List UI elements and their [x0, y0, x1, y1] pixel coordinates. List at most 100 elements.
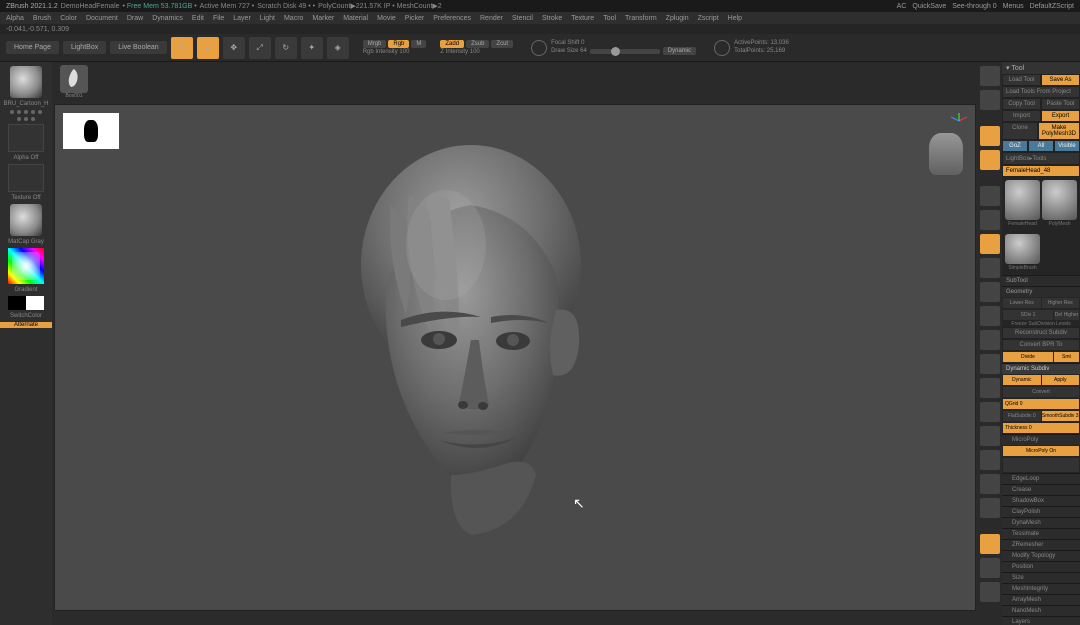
camera-thumbnail[interactable] — [929, 133, 963, 175]
import-button[interactable]: Import — [1002, 110, 1041, 122]
home-page-button[interactable]: Home Page — [6, 41, 59, 54]
section-size[interactable]: Size — [1002, 572, 1080, 583]
menu-edit[interactable]: Edit — [192, 15, 204, 22]
quicksave-button[interactable]: QuickSave — [912, 3, 946, 10]
frame-icon[interactable] — [980, 210, 1000, 230]
scale-mode-icon[interactable]: ⤢ — [249, 37, 271, 59]
reconstruct-button[interactable]: Reconstruct Subdiv — [1002, 327, 1080, 339]
menu-movie[interactable]: Movie — [377, 15, 396, 22]
focal-shift-label[interactable]: Focal Shift 0 — [551, 40, 696, 46]
menu-brush[interactable]: Brush — [33, 15, 51, 22]
stroke-preview[interactable] — [8, 124, 44, 152]
goz-button[interactable]: GoZ — [1002, 140, 1028, 152]
divide-button[interactable]: Divide — [1003, 352, 1053, 362]
make-polymesh-button[interactable]: Make PolyMesh3D — [1038, 122, 1080, 140]
micropoly-slot[interactable] — [1003, 458, 1079, 472]
smoothsub-slider[interactable]: SmoothSubdiv 3 — [1042, 411, 1080, 421]
menu-zplugin[interactable]: Zplugin — [666, 15, 689, 22]
section-dynamesh[interactable]: DynaMesh — [1002, 517, 1080, 528]
menu-picker[interactable]: Picker — [405, 15, 424, 22]
draw-size-slider[interactable] — [590, 49, 660, 54]
alternate-button[interactable]: Alternate — [0, 322, 52, 328]
section-nanomesh[interactable]: NanoMesh — [1002, 605, 1080, 616]
floor-icon[interactable] — [980, 150, 1000, 170]
tool-name-field[interactable]: FemaleHead_48 — [1002, 165, 1080, 177]
convert-button[interactable]: Convert — [1003, 387, 1079, 397]
menu-stencil[interactable]: Stencil — [512, 15, 533, 22]
rotate-mode-icon[interactable]: ↻ — [275, 37, 297, 59]
save-as-button[interactable]: Save As — [1041, 74, 1080, 86]
section-tessimate[interactable]: Tessimate — [1002, 528, 1080, 539]
aahalf-icon[interactable] — [980, 306, 1000, 326]
micropoly-on-button[interactable]: MicroPoly On — [1003, 446, 1079, 456]
menu-macro[interactable]: Macro — [284, 15, 303, 22]
brush-alt-preview[interactable] — [60, 65, 88, 93]
polyframe-icon[interactable] — [980, 402, 1000, 422]
xyz-icon[interactable] — [980, 330, 1000, 350]
switch-color-label[interactable]: SwitchColor — [10, 313, 42, 319]
clone-button[interactable]: Clone — [1002, 122, 1038, 140]
rgb-intensity[interactable]: Rgb Intensity 100 — [363, 49, 427, 55]
mrgb-button[interactable]: Mrgb — [363, 40, 387, 48]
draw-size-label[interactable]: Draw Size 64 — [551, 48, 587, 54]
texture-off-label[interactable]: Texture Off — [11, 195, 40, 201]
section-edgeloop[interactable]: EdgeLoop — [1002, 473, 1080, 484]
zcut-button[interactable]: Zcut — [491, 40, 513, 48]
flatsubdiv-slider[interactable]: FlatSubdiv 0 — [1003, 411, 1041, 421]
menu-file[interactable]: File — [213, 15, 224, 22]
y-icon[interactable] — [980, 354, 1000, 374]
menu-zscript[interactable]: Zscript — [698, 15, 719, 22]
spr-icon[interactable] — [980, 90, 1000, 110]
alpha-slot[interactable] — [8, 164, 44, 192]
gradient-label[interactable]: Gradient — [14, 287, 37, 293]
qgrid-slider[interactable]: QGrid 0 — [1003, 399, 1079, 409]
sdiv-slider[interactable]: SDiv 1 — [1003, 310, 1053, 320]
dynamic-persp-icon[interactable] — [980, 234, 1000, 254]
convert-bpr-button[interactable]: Convert BPR To — [1002, 339, 1080, 351]
tool-header[interactable]: ▾ Tool — [1002, 62, 1080, 74]
stroke-dots[interactable] — [8, 110, 44, 121]
menu-preferences[interactable]: Preferences — [433, 15, 471, 22]
section-arraymesh[interactable]: ArrayMesh — [1002, 594, 1080, 605]
menu-texture[interactable]: Texture — [571, 15, 594, 22]
dynamic-button[interactable]: Dynamic — [663, 47, 696, 55]
zsub-button[interactable]: Zsub — [466, 40, 489, 48]
apply-button[interactable]: Apply — [1042, 375, 1080, 385]
section-position[interactable]: Position — [1002, 561, 1080, 572]
menu-dynamics[interactable]: Dynamics — [152, 15, 183, 22]
menu-light[interactable]: Light — [260, 15, 275, 22]
section-crease[interactable]: Crease — [1002, 484, 1080, 495]
dynamic-toggle[interactable]: Dynamic — [1003, 375, 1041, 385]
menu-document[interactable]: Document — [86, 15, 118, 22]
viewport-canvas[interactable]: ↖ — [54, 104, 976, 611]
color-picker[interactable] — [8, 248, 44, 284]
menu-marker[interactable]: Marker — [312, 15, 334, 22]
record-icon[interactable] — [980, 582, 1000, 602]
lower-res-button[interactable]: Lower Res — [1003, 298, 1041, 308]
tool-preview-1[interactable] — [1005, 180, 1040, 220]
thickness-slider[interactable]: Thickness 0 — [1003, 423, 1079, 433]
dynamic-subdiv-section[interactable]: Dynamic Subdiv — [1002, 363, 1080, 374]
z-icon[interactable] — [980, 378, 1000, 398]
nav-axis-icon[interactable] — [951, 113, 967, 129]
menu-color[interactable]: Color — [60, 15, 77, 22]
document-thumbnail[interactable] — [63, 113, 119, 149]
menu-layer[interactable]: Layer — [233, 15, 251, 22]
perspective-icon[interactable] — [980, 126, 1000, 146]
move-mode-icon[interactable]: ✥ — [223, 37, 245, 59]
alpha-off-label[interactable]: Alpha Off — [14, 155, 39, 161]
menu-render[interactable]: Render — [480, 15, 503, 22]
load-preset-button[interactable]: Load Tools From Project — [1002, 86, 1080, 98]
brush-preview[interactable] — [10, 66, 42, 98]
menu-material[interactable]: Material — [343, 15, 368, 22]
lightbox-tools-button[interactable]: LightBox▸Tools — [1002, 152, 1080, 165]
section-claypolish[interactable]: ClayPolish — [1002, 506, 1080, 517]
actual-icon[interactable] — [980, 282, 1000, 302]
geometry-section[interactable]: Geometry — [1002, 286, 1080, 297]
lightbox-button[interactable]: LightBox — [63, 41, 106, 54]
section-shadowbox[interactable]: ShadowBox — [1002, 495, 1080, 506]
rgb-button[interactable]: Rgb — [388, 40, 409, 48]
m-button[interactable]: M — [411, 40, 426, 48]
see-through-slider[interactable]: See-through 0 — [952, 3, 996, 10]
smt-toggle[interactable]: Smt — [1054, 352, 1079, 362]
